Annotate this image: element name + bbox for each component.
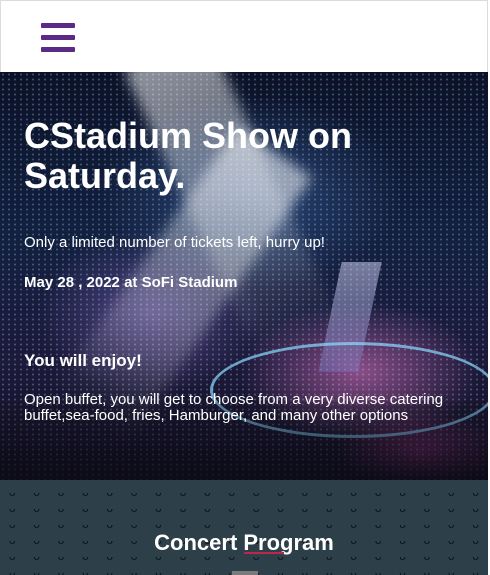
pattern-glyph: ᴗ [472,517,479,531]
pattern-glyph: ᴗ [155,485,162,499]
pattern-glyph: ᴗ [325,565,333,575]
pattern-glyph: ᴗ [423,565,431,575]
pattern-glyph: ᴗ [33,565,40,575]
pattern-glyph: ᴗ [423,517,431,531]
hero-subtitle: Only a limited number of tickets left, h… [24,234,325,251]
title-underline [244,552,284,554]
enjoy-description: Open buffet, you will get to choose from… [24,391,444,424]
pattern-glyph: ᴗ [106,517,114,531]
concert-program-section: ᴗᴗᴗᴗᴗᴗᴗᴗᴗᴗᴗᴗᴗᴗᴗᴗᴗᴗᴗᴗᴗᴗᴗᴗᴗᴗᴗᴗᴗᴗᴗᴗᴗᴗᴗᴗᴗᴗᴗᴗ… [0,480,488,575]
pattern-glyph: ᴗ [228,485,236,499]
pattern-glyph: ᴗ [277,565,284,575]
pattern-glyph: ᴗ [277,485,284,499]
pattern-glyph: ᴗ [374,501,382,515]
pattern-glyph: ᴗ [399,485,406,499]
pattern-glyph: ᴗ [472,501,479,515]
pattern-glyph: ᴗ [447,485,455,499]
pattern-glyph: ᴗ [252,517,260,531]
pattern-glyph: ᴗ [130,485,138,499]
pattern-glyph: ᴗ [399,565,406,575]
pattern-glyph: ᴗ [8,501,16,515]
pattern-glyph: ᴗ [252,501,260,515]
pattern-glyph: ᴗ [423,501,431,515]
pattern-glyph: ᴗ [57,565,65,575]
pattern-glyph: ᴗ [82,485,89,499]
pattern-glyph: ᴗ [82,501,89,515]
pattern-glyph: ᴗ [301,485,309,499]
pattern-glyph: ᴗ [301,501,309,515]
pattern-glyph: ᴗ [57,485,65,499]
pattern-glyph: ᴗ [203,565,211,575]
scroll-indicator[interactable] [232,571,258,575]
pattern-glyph: ᴗ [130,517,138,531]
pattern-glyph: ᴗ [399,501,406,515]
pattern-glyph: ᴗ [228,501,236,515]
pattern-glyph: ᴗ [33,517,40,531]
pattern-glyph: ᴗ [350,485,358,499]
enjoy-heading: You will enjoy! [24,351,142,370]
pattern-glyph: ᴗ [325,485,333,499]
decorative-pattern: ᴗᴗᴗᴗᴗᴗᴗᴗᴗᴗᴗᴗᴗᴗᴗᴗᴗᴗᴗᴗᴗᴗᴗᴗᴗᴗᴗᴗᴗᴗᴗᴗᴗᴗᴗᴗᴗᴗᴗᴗ… [0,480,488,575]
pattern-glyph: ᴗ [130,565,138,575]
pattern-glyph: ᴗ [399,517,406,531]
pattern-glyph: ᴗ [374,565,382,575]
pattern-glyph: ᴗ [472,565,479,575]
pattern-glyph: ᴗ [57,517,65,531]
pattern-glyph: ᴗ [179,501,187,515]
pattern-glyph: ᴗ [447,517,455,531]
pattern-glyph: ᴗ [33,485,40,499]
pattern-glyph: ᴗ [350,501,358,515]
pattern-glyph: ᴗ [8,485,16,499]
pattern-glyph: ᴗ [106,565,114,575]
pattern-glyph: ᴗ [374,517,382,531]
pattern-glyph: ᴗ [130,501,138,515]
pattern-glyph: ᴗ [423,485,431,499]
pattern-glyph: ᴗ [57,501,65,515]
pattern-glyph: ᴗ [325,517,333,531]
pattern-glyph: ᴗ [447,501,455,515]
pattern-glyph: ᴗ [155,517,162,531]
pattern-glyph: ᴗ [33,501,40,515]
pattern-glyph: ᴗ [350,565,358,575]
pattern-glyph: ᴗ [8,517,16,531]
pattern-glyph: ᴗ [252,485,260,499]
pattern-glyph: ᴗ [179,485,187,499]
pattern-glyph: ᴗ [301,517,309,531]
event-date-venue: May 28 , 2022 at SoFi Stadium [24,274,238,291]
pattern-glyph: ᴗ [277,501,284,515]
pattern-glyph: ᴗ [82,517,89,531]
pattern-glyph: ᴗ [350,517,358,531]
pattern-glyph: ᴗ [277,517,284,531]
pattern-glyph: ᴗ [374,485,382,499]
pattern-glyph: ᴗ [179,565,187,575]
pattern-glyph: ᴗ [106,501,114,515]
pattern-glyph: ᴗ [301,565,309,575]
pattern-glyph: ᴗ [155,501,162,515]
pattern-glyph: ᴗ [447,565,455,575]
pattern-glyph: ᴗ [203,485,211,499]
pattern-glyph: ᴗ [325,501,333,515]
top-navbar [0,0,488,72]
pattern-glyph: ᴗ [106,485,114,499]
pattern-glyph: ᴗ [8,565,16,575]
hamburger-menu-icon[interactable] [41,23,75,53]
pattern-glyph: ᴗ [228,517,236,531]
pattern-glyph: ᴗ [179,517,187,531]
pattern-glyph: ᴗ [155,565,162,575]
pattern-glyph: ᴗ [82,565,89,575]
hero-banner: CStadium Show on Saturday. Only a limite… [0,72,488,480]
hero-title: CStadium Show on Saturday. [24,115,352,196]
pattern-glyph: ᴗ [472,485,479,499]
pattern-glyph: ᴗ [203,517,211,531]
pattern-glyph: ᴗ [203,501,211,515]
